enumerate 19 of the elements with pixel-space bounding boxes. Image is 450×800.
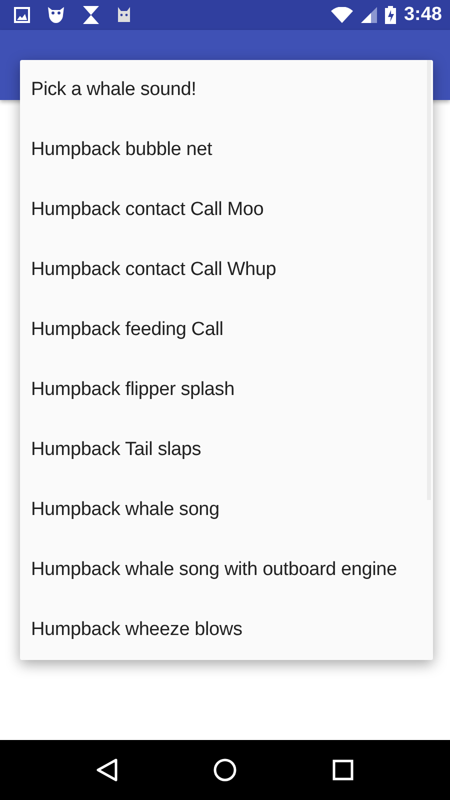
- signal-icon: [360, 7, 377, 23]
- bird-icon: [46, 5, 66, 25]
- wifi-icon: [330, 7, 353, 23]
- dropdown-item[interactable]: Humpback bubble net: [20, 120, 433, 180]
- dropdown-item[interactable]: Humpback contact Call Moo: [20, 180, 433, 240]
- battery-icon: [384, 6, 396, 24]
- clock: 3:48: [404, 2, 442, 27]
- dropdown-item[interactable]: Humpback wheeze blows: [20, 600, 433, 660]
- dropdown-item[interactable]: Pick a whale sound!: [20, 60, 433, 120]
- home-icon[interactable]: [212, 758, 237, 782]
- dropdown-item[interactable]: Humpback contact Call Whup: [20, 240, 433, 300]
- dropdown-item[interactable]: Humpback flipper splash: [20, 360, 433, 420]
- dropdown-item[interactable]: Humpback whale song: [20, 480, 433, 540]
- dropdown-item[interactable]: Humpback whale song with outboard engine: [20, 540, 433, 600]
- dropdown-item[interactable]: Humpback Tail slaps: [20, 420, 433, 480]
- image-icon: [14, 7, 30, 23]
- recents-icon[interactable]: [332, 759, 354, 781]
- dropdown-item[interactable]: Humpback feeding Call: [20, 300, 433, 360]
- back-icon[interactable]: [96, 758, 118, 782]
